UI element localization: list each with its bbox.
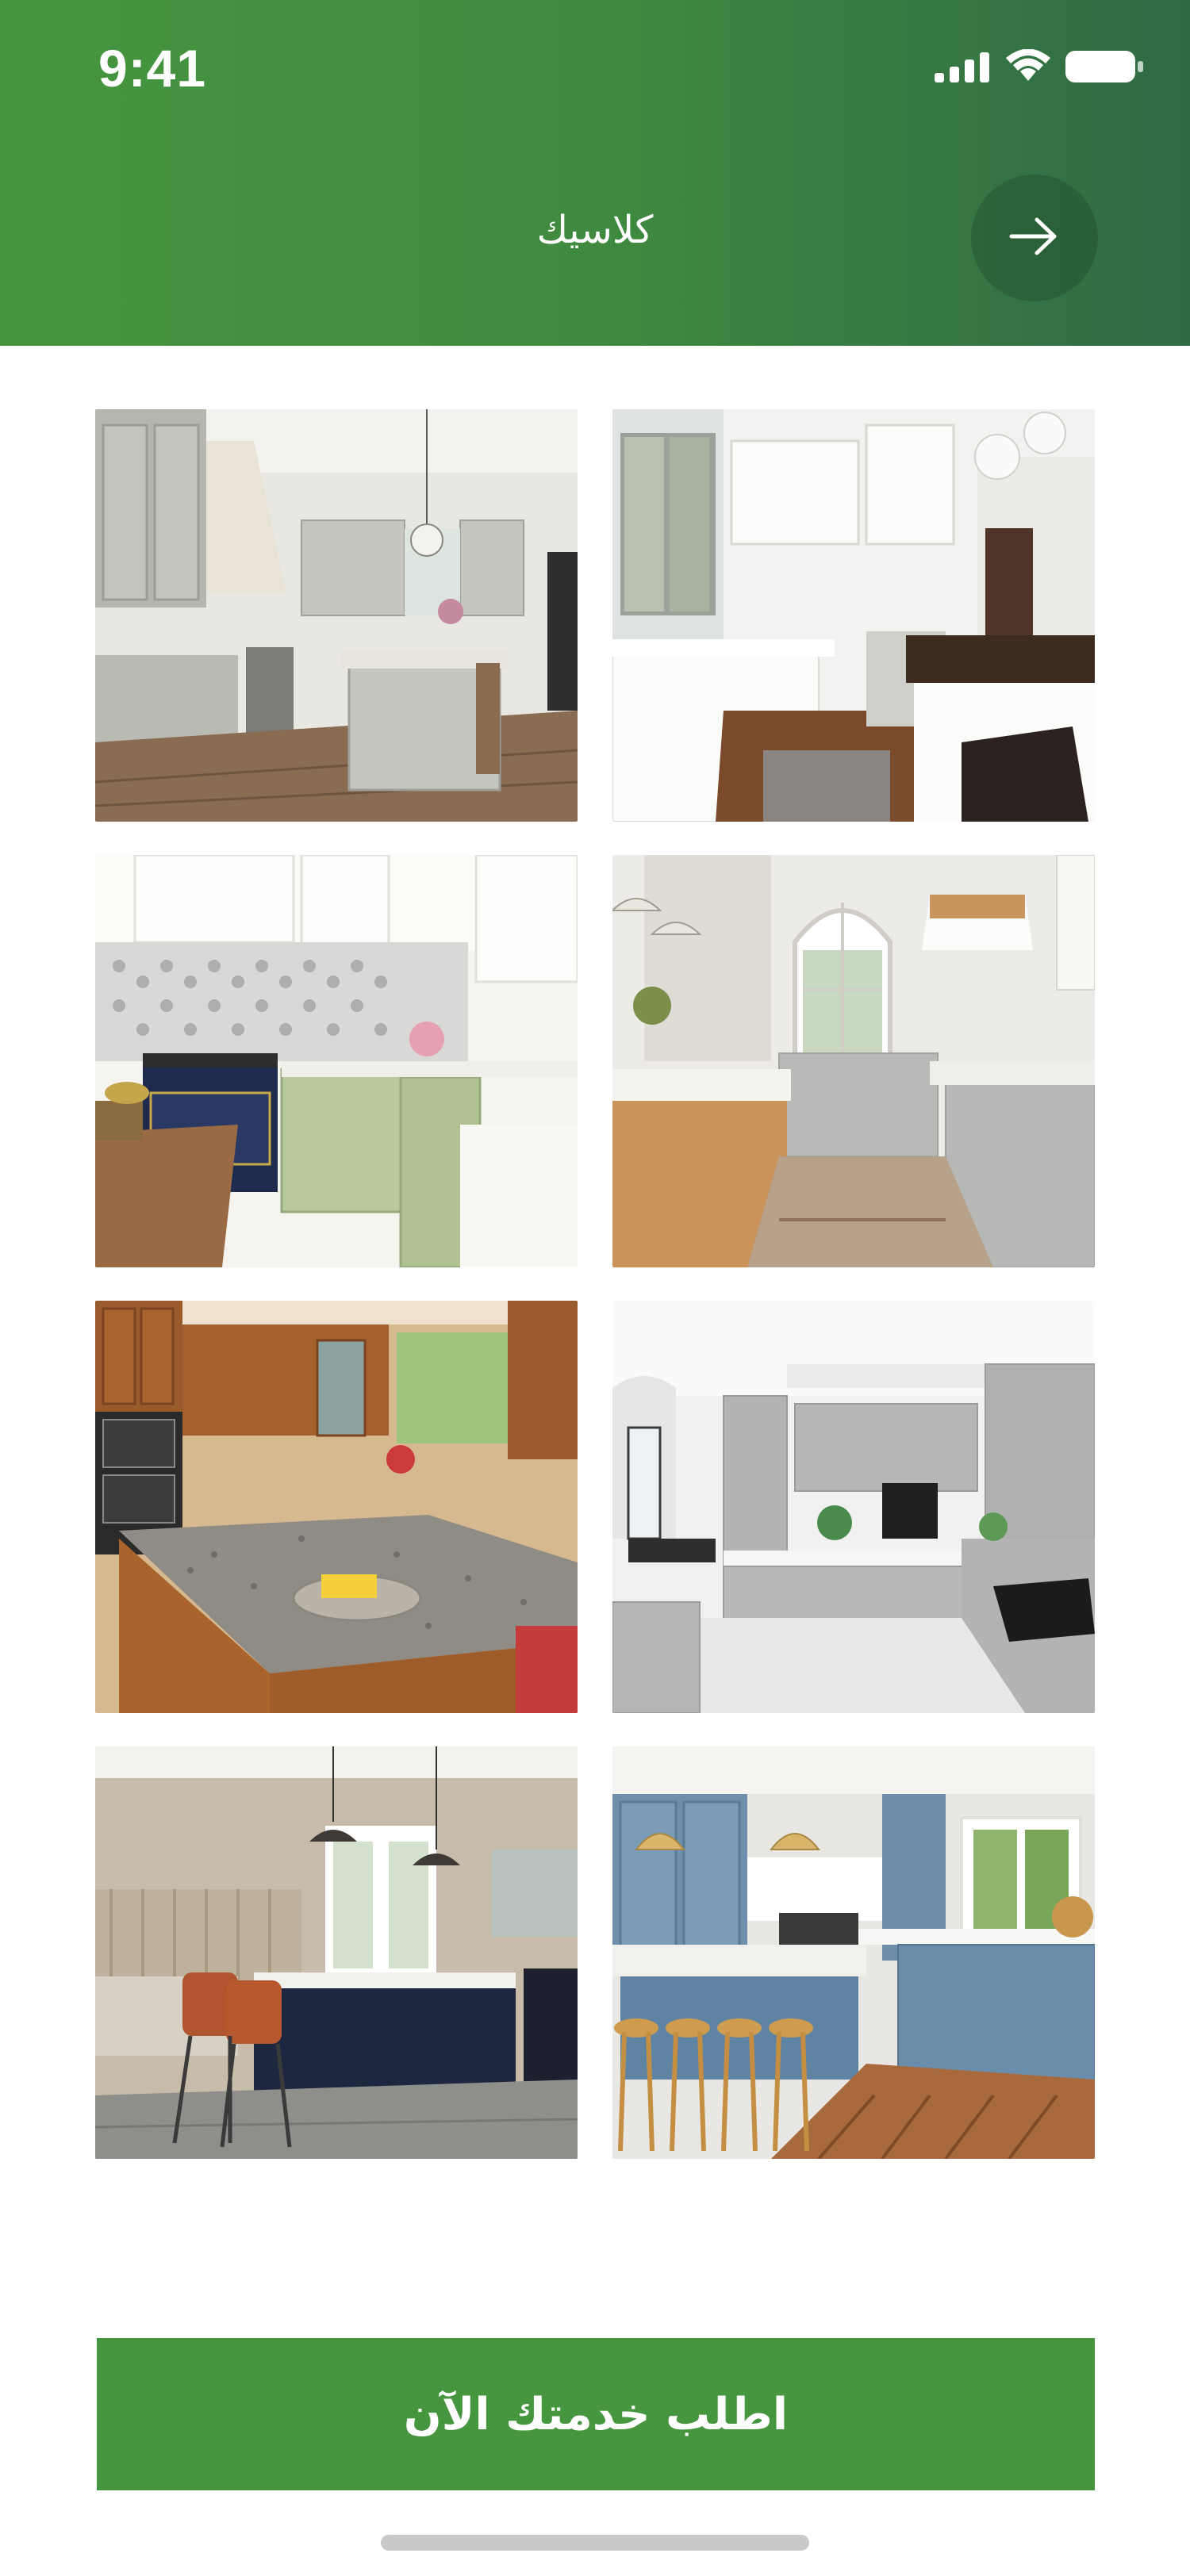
kitchen-photo-8[interactable]	[612, 1746, 1095, 2159]
back-button[interactable]	[971, 174, 1098, 301]
kitchen-photo-6[interactable]	[612, 1301, 1095, 1713]
home-indicator	[381, 2535, 809, 2551]
kitchen-photo-7[interactable]	[95, 1746, 578, 2159]
wifi-icon	[1004, 48, 1052, 87]
status-icons	[935, 48, 1144, 89]
request-service-button[interactable]: اطلب خدمتك الآن	[97, 2338, 1095, 2490]
kitchen-photo-3[interactable]	[95, 855, 578, 1267]
status-time: 9:41	[98, 39, 207, 98]
kitchen-gallery	[95, 409, 1095, 2159]
arrow-right-icon	[1007, 215, 1062, 261]
kitchen-photo-2[interactable]	[612, 409, 1095, 822]
app-header: 9:41 كلاسيك	[0, 0, 1190, 346]
cellular-signal-icon	[935, 51, 992, 86]
battery-icon	[1065, 48, 1144, 89]
kitchen-photo-4[interactable]	[612, 855, 1095, 1267]
kitchen-photo-5[interactable]	[95, 1301, 578, 1713]
kitchen-photo-1[interactable]	[95, 409, 578, 822]
